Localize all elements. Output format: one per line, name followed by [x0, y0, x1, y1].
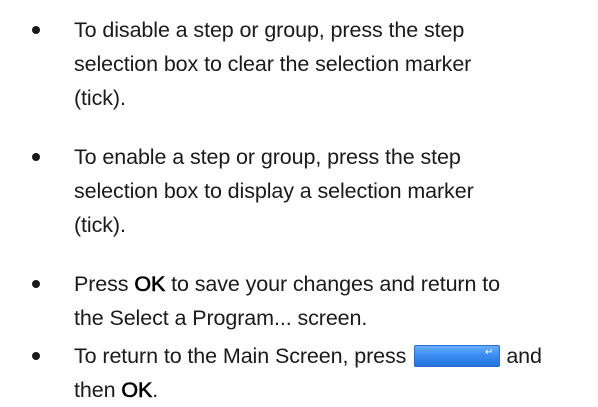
item-text-line: then OK. — [74, 373, 158, 407]
ok-keyword: OK — [121, 378, 153, 403]
item-text-line: Press OK to save your changes and return… — [74, 267, 500, 301]
text-segment: and — [506, 344, 542, 368]
bullet-icon — [32, 153, 40, 161]
bullet-icon — [32, 352, 40, 360]
text-segment: then — [74, 378, 122, 402]
item-text-line: To enable a step or group, press the ste… — [74, 145, 461, 169]
text-segment: . — [152, 378, 159, 402]
item-text-line: the Select a Program... screen. — [74, 306, 368, 330]
bullet-icon — [32, 26, 40, 34]
item-text-line: selection box to clear the selection mar… — [74, 52, 472, 76]
return-icon: ↵ — [485, 346, 494, 358]
item-text-line: To disable a step or group, press the st… — [74, 18, 465, 42]
text-segment: Press — [74, 272, 135, 296]
item-text-line: selection box to display a selection mar… — [74, 179, 474, 203]
item-text-line: (tick). — [74, 213, 126, 237]
item-text-line: (tick). — [74, 86, 126, 110]
item-text-line: To return to the Main Screen, press ↵ and — [74, 339, 542, 373]
text-segment: to save your changes and return to — [165, 272, 500, 296]
bullet-icon — [32, 280, 40, 288]
return-button[interactable]: ↵ — [414, 344, 501, 367]
text-segment: To return to the Main Screen, press — [74, 344, 407, 368]
ok-keyword: OK — [134, 272, 166, 297]
